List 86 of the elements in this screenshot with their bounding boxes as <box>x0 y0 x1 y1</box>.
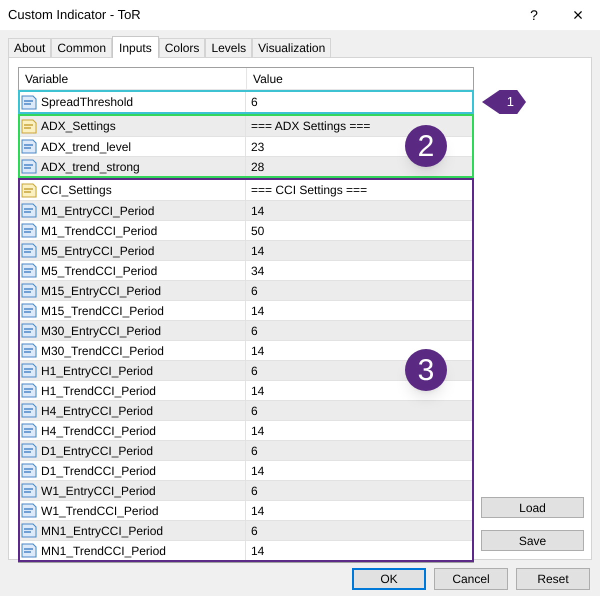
value-text[interactable]: 6 <box>251 522 258 540</box>
value-text[interactable]: 34 <box>251 262 264 280</box>
variable-name: D1_EntryCCI_Period <box>41 442 154 460</box>
dialog-button[interactable]: Reset <box>516 568 590 590</box>
value-text[interactable]: 14 <box>251 342 264 360</box>
number-type-icon <box>21 543 37 558</box>
variable-name: SpreadThreshold <box>41 94 134 111</box>
number-type-icon <box>21 383 37 398</box>
variable-name: M30_EntryCCI_Period <box>41 322 162 340</box>
number-type-icon <box>21 363 37 378</box>
value-text[interactable]: 6 <box>251 482 258 500</box>
value-text[interactable]: 14 <box>251 302 264 320</box>
tab[interactable]: Colors <box>158 38 206 57</box>
number-type-icon <box>21 243 37 258</box>
tab[interactable]: Levels <box>205 38 252 57</box>
value-text[interactable]: 14 <box>251 502 264 520</box>
variable-name: CCI_Settings <box>41 182 112 199</box>
value-text[interactable]: 14 <box>251 242 264 260</box>
tab[interactable]: Common <box>51 38 112 57</box>
value-text[interactable]: === ADX Settings === <box>251 117 370 135</box>
text-type-icon <box>21 182 37 198</box>
variable-name: M1_EntryCCI_Period <box>41 202 154 220</box>
variable-name: M1_TrendCCI_Period <box>41 222 158 240</box>
close-button[interactable]: × <box>556 0 600 30</box>
text-type-icon <box>21 118 37 134</box>
value-text[interactable]: 14 <box>251 382 264 400</box>
number-type-icon <box>21 223 37 238</box>
value-text[interactable]: 6 <box>251 442 258 460</box>
variable-name: D1_TrendCCI_Period <box>41 462 156 480</box>
number-type-icon <box>21 203 37 218</box>
value-text[interactable]: === CCI Settings === <box>251 181 368 199</box>
number-type-icon <box>21 343 37 358</box>
variable-name: M5_EntryCCI_Period <box>41 242 154 260</box>
tab[interactable]: About <box>8 38 52 57</box>
variable-name: M15_EntryCCI_Period <box>41 282 162 300</box>
dialog-button[interactable]: OK <box>352 568 426 590</box>
number-type-icon <box>21 283 37 298</box>
value-text[interactable]: 14 <box>251 422 264 440</box>
number-type-icon <box>21 323 37 338</box>
variable-name: MN1_TrendCCI_Period <box>41 542 166 560</box>
value-text[interactable]: 28 <box>251 158 264 176</box>
number-type-icon <box>21 159 37 174</box>
variable-name: ADX_Settings <box>41 118 116 135</box>
variable-name: ADX_trend_strong <box>41 158 140 176</box>
variable-name: M15_TrendCCI_Period <box>41 302 164 320</box>
number-type-icon <box>21 443 37 458</box>
number-type-icon <box>21 423 37 438</box>
value-text[interactable]: 6 <box>251 93 258 111</box>
value-text[interactable]: 14 <box>251 462 264 480</box>
value-text[interactable]: 6 <box>251 362 258 380</box>
tab[interactable]: Inputs <box>112 36 159 58</box>
number-type-icon <box>21 463 37 478</box>
number-type-icon <box>21 503 37 518</box>
column-header[interactable]: Variable <box>19 68 247 89</box>
variable-name: W1_TrendCCI_Period <box>41 502 159 520</box>
number-type-icon <box>21 139 37 154</box>
pointer-callout: 1 <box>482 90 526 114</box>
number-type-icon <box>21 303 37 318</box>
window-title: Custom Indicator - ToR <box>8 6 142 24</box>
value-text[interactable]: 14 <box>251 542 264 560</box>
number-type-icon <box>21 403 37 418</box>
column-header[interactable]: Value <box>247 68 473 89</box>
value-text[interactable]: 6 <box>251 402 258 420</box>
variable-name: MN1_EntryCCI_Period <box>41 522 164 540</box>
number-type-icon <box>21 94 37 110</box>
tab[interactable]: Visualization <box>252 38 332 57</box>
variable-name: H4_TrendCCI_Period <box>41 422 156 440</box>
number-type-icon <box>21 483 37 498</box>
variable-name: H4_EntryCCI_Period <box>41 402 154 420</box>
value-text[interactable]: 23 <box>251 138 264 156</box>
number-type-icon <box>21 263 37 278</box>
number-type-icon <box>21 523 37 538</box>
variable-name: W1_EntryCCI_Period <box>41 482 156 500</box>
value-text[interactable]: 6 <box>251 282 258 300</box>
value-text[interactable]: 50 <box>251 222 264 240</box>
variable-name: M5_TrendCCI_Period <box>41 262 158 280</box>
variable-name: ADX_trend_level <box>41 138 132 156</box>
variable-name: H1_TrendCCI_Period <box>41 382 156 400</box>
help-button[interactable]: ? <box>512 0 556 30</box>
side-button[interactable]: Load <box>481 497 584 518</box>
dialog-button[interactable]: Cancel <box>434 568 508 590</box>
variable-name: H1_EntryCCI_Period <box>41 362 154 380</box>
value-text[interactable]: 14 <box>251 202 264 220</box>
variable-name: M30_TrendCCI_Period <box>41 342 164 360</box>
side-button[interactable]: Save <box>481 530 584 551</box>
value-text[interactable]: 6 <box>251 322 258 340</box>
